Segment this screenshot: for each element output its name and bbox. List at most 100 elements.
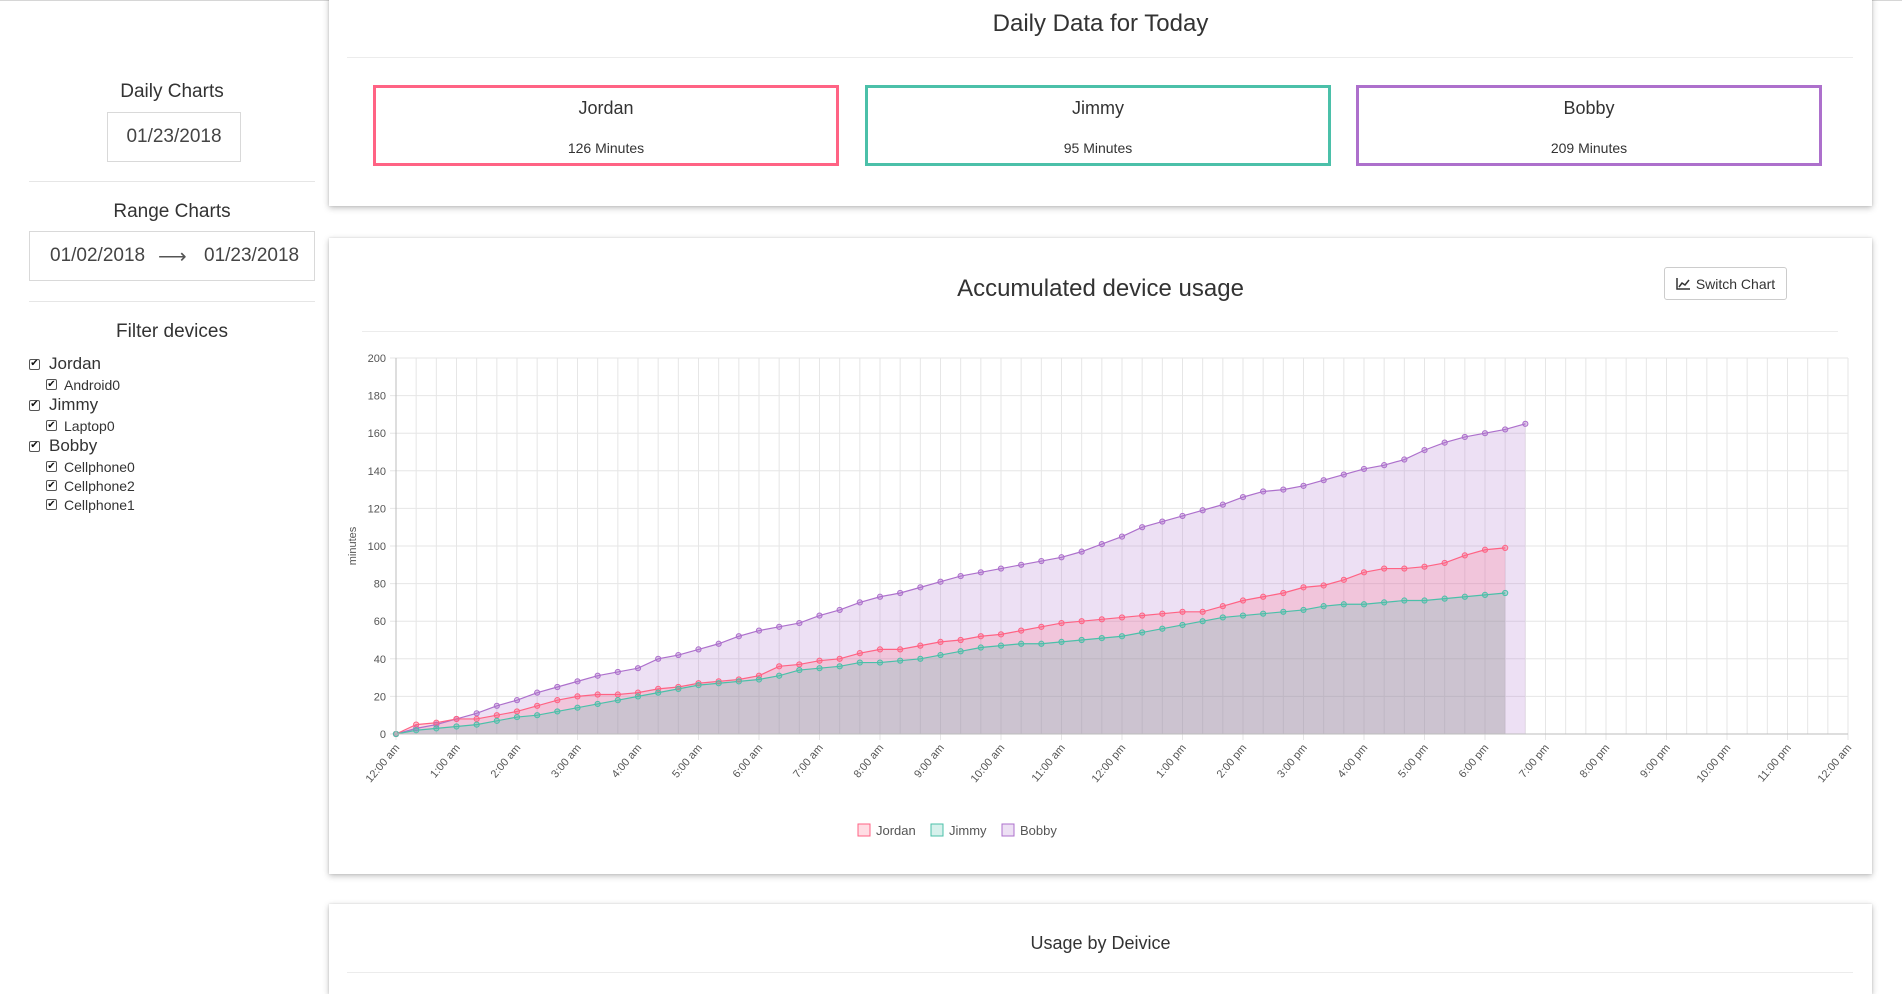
data-point [1401,597,1408,604]
data-point [1320,477,1327,484]
range-end-date[interactable]: 01/23/2018 [204,245,299,267]
legend-item-jordan[interactable]: Jordan [857,823,916,838]
data-point [957,636,964,644]
data-point [1239,612,1247,619]
filter-user-bobby[interactable]: ✔ Bobby [29,435,315,457]
data-point [957,648,964,655]
person-minutes: 126 Minutes [567,140,645,156]
data-point [1139,612,1146,619]
data-point [796,619,803,627]
data-point [1219,501,1226,508]
checkbox[interactable]: ✔ [29,358,40,370]
data-point [1280,608,1287,615]
filter-user-jordan[interactable]: ✔ Jordan [29,353,315,375]
data-point [735,633,742,640]
filter-device-label: Laptop0 [64,417,115,434]
filter-device-cellphone1[interactable]: ✔ Cellphone1 [29,495,315,514]
data-point [1159,610,1166,617]
data-point [1018,561,1025,568]
data-point [634,665,642,672]
data-point [1098,541,1105,548]
data-point [1139,629,1146,636]
data-point [413,721,420,728]
data-point [897,589,904,597]
data-point [1401,565,1408,572]
data-point [856,599,863,606]
person-name: Bobby [1563,98,1615,118]
legend-item-jimmy[interactable]: Jimmy [930,823,987,838]
data-point [433,719,440,726]
checkbox[interactable]: ✔ [46,379,57,390]
data-point [594,700,601,708]
data-point [917,584,924,591]
legend-swatch [930,823,944,837]
data-point [1340,601,1347,608]
data-point [473,721,480,728]
filter-user-jimmy[interactable]: ✔ Jimmy [29,394,315,416]
filter-device-label: Cellphone2 [64,477,135,494]
data-point [675,651,682,659]
checkbox[interactable]: ✔ [46,480,57,491]
checkbox[interactable]: ✔ [46,420,57,431]
data-point [796,661,803,668]
data-point [675,685,682,692]
daily-date-picker[interactable]: 01/23/2018 [107,112,241,162]
data-point [1481,430,1489,437]
data-point [897,657,904,664]
range-start-date[interactable]: 01/02/2018 [50,245,145,267]
daily-data-title: Daily Data for Today [992,10,1209,37]
data-point [1179,512,1186,520]
person-minutes: 95 Minutes [1063,140,1133,156]
data-point [1300,482,1307,489]
data-point [1421,563,1428,570]
x-tick-label: 4:00 pm [1336,742,1371,780]
data-point [634,693,642,700]
data-point [1381,565,1388,572]
legend-swatch [1001,823,1015,837]
y-tick-label: 60 [374,616,386,628]
x-tick-label: 9:00 am [912,742,947,780]
data-point [1018,627,1025,634]
x-tick-label: 7:00 pm [1517,742,1552,780]
filter-device-label: Android0 [64,376,121,393]
data-point [997,631,1005,638]
checkbox[interactable]: ✔ [29,440,40,452]
filter-device-laptop0[interactable]: ✔ Laptop0 [29,416,315,435]
data-point [695,646,702,653]
data-point [473,715,480,723]
data-point [1179,608,1186,615]
data-point [655,689,662,696]
y-tick-label: 160 [368,428,386,440]
data-point [1441,559,1448,567]
checkbox[interactable]: ✔ [46,461,57,472]
person-card-jimmy: Jimmy 95 Minutes [865,85,1331,166]
filter-user-label: Jimmy [49,395,99,414]
data-point [493,712,500,719]
data-point [977,644,984,651]
x-tick-label: 5:00 pm [1396,742,1431,780]
data-point [1401,456,1408,463]
x-tick-label: 11:00 pm [1756,742,1794,784]
filter-device-cellphone0[interactable]: ✔ Cellphone0 [29,457,315,476]
y-axis-label: minutes [347,526,359,565]
filter-device-cellphone2[interactable]: ✔ Cellphone2 [29,476,315,495]
data-point [1502,544,1509,551]
data-point [776,672,783,679]
data-point [1381,462,1388,469]
x-tick-label: 9:00 pm [1638,742,1673,780]
date-range-picker[interactable]: 01/02/2018 ⟶ 01/23/2018 [29,231,315,281]
data-point [655,655,662,662]
range-charts-title: Range Charts [113,201,231,222]
daily-charts-title: Daily Charts [120,81,224,102]
data-point [594,672,601,679]
filter-device-android0[interactable]: ✔ Android0 [29,375,315,394]
data-point [1098,616,1105,623]
sidebar-divider [29,301,315,302]
data-point [1038,640,1045,647]
checkbox[interactable]: ✔ [29,399,40,411]
x-tick-label: 12:00 pm [1090,742,1129,785]
legend-item-bobby[interactable]: Bobby [1001,823,1057,838]
legend-label: Bobby [1020,823,1057,838]
checkbox[interactable]: ✔ [46,499,57,510]
data-point [574,693,581,700]
